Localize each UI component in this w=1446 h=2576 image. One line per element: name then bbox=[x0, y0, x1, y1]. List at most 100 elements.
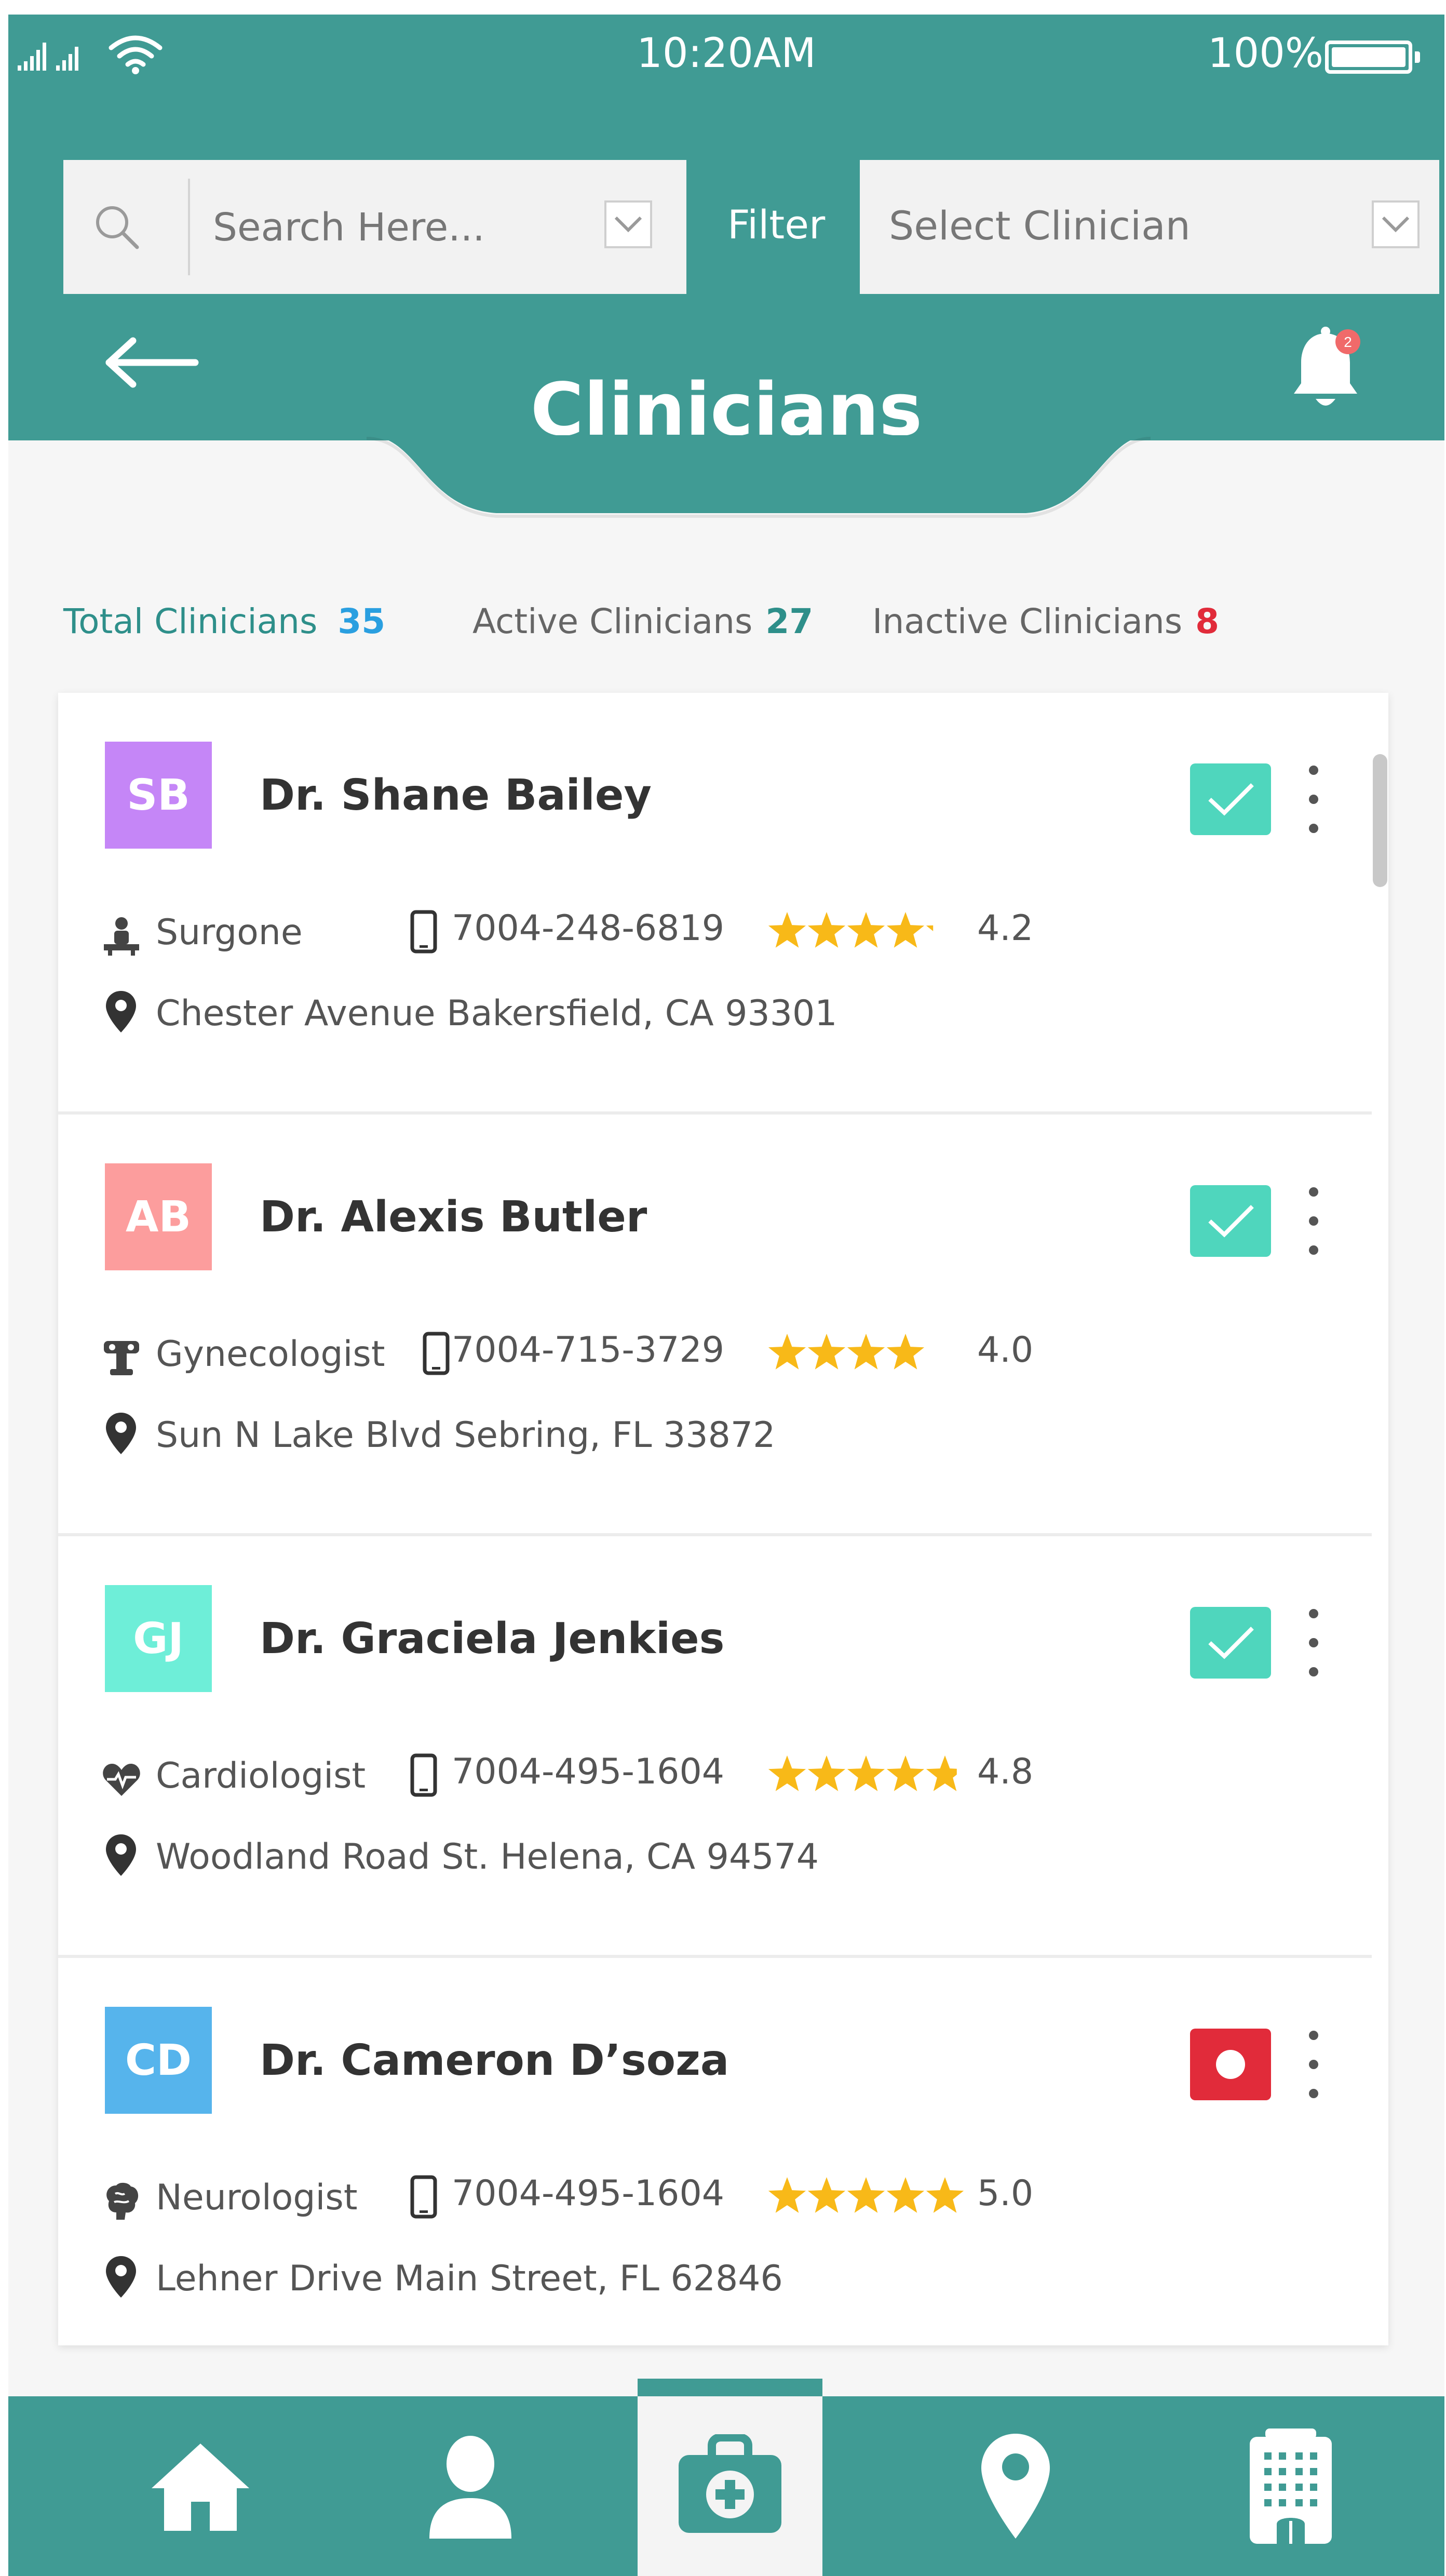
scrollbar[interactable] bbox=[1373, 754, 1387, 887]
active-checkbox[interactable] bbox=[1190, 763, 1271, 835]
surgeon-icon bbox=[104, 917, 139, 956]
search-icon bbox=[96, 206, 139, 249]
stat-total-value: 35 bbox=[337, 601, 386, 641]
address: Woodland Road St. Helena, CA 94574 bbox=[156, 1836, 819, 1877]
phone-number[interactable]: 7004-715-3729 bbox=[452, 1330, 724, 1371]
avatar: GJ bbox=[105, 1585, 212, 1692]
more-options-icon[interactable] bbox=[1303, 2031, 1324, 2098]
rating-stars bbox=[768, 912, 934, 948]
stat-total[interactable]: Total Clinicians 35 bbox=[63, 601, 385, 641]
clinician-card[interactable]: AB Dr. Alexis Butler Gynecologist 7004-7… bbox=[58, 1115, 1372, 1536]
filter-label: Filter bbox=[727, 202, 826, 248]
header-wave bbox=[8, 435, 1444, 518]
star-icon bbox=[886, 912, 925, 948]
star-icon bbox=[807, 1334, 846, 1370]
search-divider bbox=[188, 179, 190, 275]
more-options-icon[interactable] bbox=[1303, 1609, 1324, 1676]
address: Sun N Lake Blvd Sebring, FL 33872 bbox=[156, 1415, 776, 1456]
gynecology-icon bbox=[104, 1341, 139, 1375]
rating-value: 4.0 bbox=[977, 1330, 1034, 1371]
nav-location[interactable] bbox=[938, 2396, 1093, 2576]
star-icon bbox=[926, 1755, 957, 1791]
specialty: Surgone bbox=[156, 912, 303, 953]
active-checkbox[interactable] bbox=[1190, 1607, 1271, 1679]
header: 10:20AM 100% Filter Select Clinician bbox=[8, 15, 1444, 452]
app-screen: 10:20AM 100% Filter Select Clinician bbox=[8, 15, 1444, 2576]
star-icon bbox=[768, 1334, 806, 1370]
more-options-icon[interactable] bbox=[1303, 1187, 1324, 1255]
specialty: Gynecologist bbox=[156, 1334, 385, 1375]
star-icon bbox=[807, 912, 846, 948]
star-icon bbox=[926, 1334, 964, 1370]
rating-stars bbox=[768, 2177, 964, 2213]
clinician-card[interactable]: GJ Dr. Graciela Jenkies Cardiologist 700… bbox=[58, 1536, 1372, 1958]
clinician-name: Dr. Cameron D’soza bbox=[260, 2036, 729, 2085]
clinician-select-value: Select Clinician bbox=[889, 203, 1191, 249]
nav-home[interactable] bbox=[123, 2396, 278, 2576]
medical-kit-icon bbox=[679, 2434, 781, 2533]
phone-icon bbox=[410, 1753, 437, 1797]
address: Lehner Drive Main Street, FL 62846 bbox=[156, 2258, 783, 2299]
avatar: CD bbox=[105, 2007, 212, 2114]
rating-stars bbox=[768, 1334, 964, 1370]
star-icon bbox=[847, 1755, 885, 1791]
rating-value: 5.0 bbox=[977, 2173, 1034, 2214]
brain-icon bbox=[106, 2182, 139, 2220]
bottom-nav bbox=[8, 2379, 1444, 2576]
stat-inactive-value: 8 bbox=[1195, 601, 1220, 641]
phone-number[interactable]: 7004-495-1604 bbox=[452, 2173, 724, 2214]
address: Chester Avenue Bakersfield, CA 93301 bbox=[156, 993, 837, 1034]
more-options-icon[interactable] bbox=[1303, 766, 1324, 833]
phone-number[interactable]: 7004-248-6819 bbox=[452, 908, 724, 949]
user-icon bbox=[429, 2436, 511, 2539]
clinician-card[interactable]: SB Dr. Shane Bailey Surgone 7004-248-681… bbox=[58, 693, 1372, 1115]
search-box bbox=[63, 160, 686, 294]
phone-number[interactable]: 7004-495-1604 bbox=[452, 1751, 724, 1792]
search-input[interactable] bbox=[213, 196, 587, 259]
nav-clinicians[interactable] bbox=[638, 2379, 822, 2576]
check-icon bbox=[1208, 783, 1254, 816]
clinician-name: Dr. Alexis Butler bbox=[260, 1192, 647, 1242]
star-icon bbox=[807, 2177, 846, 2213]
stat-active-value: 27 bbox=[765, 601, 814, 641]
stat-inactive-label: Inactive Clinicians bbox=[872, 601, 1183, 641]
stat-active-label: Active Clinicians bbox=[472, 601, 753, 641]
star-icon bbox=[847, 1334, 885, 1370]
rating-value: 4.8 bbox=[977, 1751, 1034, 1792]
stat-active[interactable]: Active Clinicians 27 bbox=[472, 601, 813, 641]
clinician-select[interactable]: Select Clinician bbox=[860, 160, 1439, 294]
chevron-down-icon bbox=[614, 216, 642, 233]
star-icon bbox=[847, 2177, 885, 2213]
rating-stars bbox=[768, 1755, 957, 1791]
check-icon bbox=[1208, 1627, 1254, 1659]
location-icon bbox=[981, 2434, 1050, 2539]
heartbeat-icon bbox=[103, 1764, 140, 1796]
specialty: Neurologist bbox=[156, 2177, 358, 2218]
location-pin-icon bbox=[106, 1413, 136, 1454]
star-icon bbox=[886, 2177, 925, 2213]
check-icon bbox=[1208, 1205, 1254, 1238]
avatar: SB bbox=[105, 742, 212, 849]
search-dropdown-button[interactable] bbox=[604, 200, 652, 248]
phone-icon bbox=[410, 910, 437, 954]
nav-profile[interactable] bbox=[393, 2396, 548, 2576]
clinician-name: Dr. Graciela Jenkies bbox=[260, 1614, 725, 1663]
star-icon bbox=[886, 1755, 925, 1791]
phone-icon bbox=[410, 2175, 437, 2219]
stat-inactive[interactable]: Inactive Clinicians 8 bbox=[872, 601, 1219, 641]
clinician-list: SB Dr. Shane Bailey Surgone 7004-248-681… bbox=[58, 693, 1388, 2345]
battery-icon bbox=[1325, 41, 1420, 74]
star-icon bbox=[926, 2177, 964, 2213]
inactive-status-button[interactable] bbox=[1190, 2029, 1271, 2100]
battery-percentage: 100% bbox=[1208, 30, 1323, 77]
active-checkbox[interactable] bbox=[1190, 1185, 1271, 1257]
location-pin-icon bbox=[106, 1834, 136, 1876]
clinician-name: Dr. Shane Bailey bbox=[260, 771, 652, 820]
specialty: Cardiologist bbox=[156, 1755, 366, 1796]
clinician-select-dropdown-button[interactable] bbox=[1372, 200, 1420, 248]
phone-icon bbox=[423, 1332, 450, 1375]
clinician-card[interactable]: CD Dr. Cameron D’soza Neurologist 7004-4… bbox=[58, 1958, 1372, 2345]
location-pin-icon bbox=[106, 2256, 136, 2298]
nav-hospital[interactable] bbox=[1213, 2396, 1369, 2576]
rating-value: 4.2 bbox=[977, 908, 1034, 949]
